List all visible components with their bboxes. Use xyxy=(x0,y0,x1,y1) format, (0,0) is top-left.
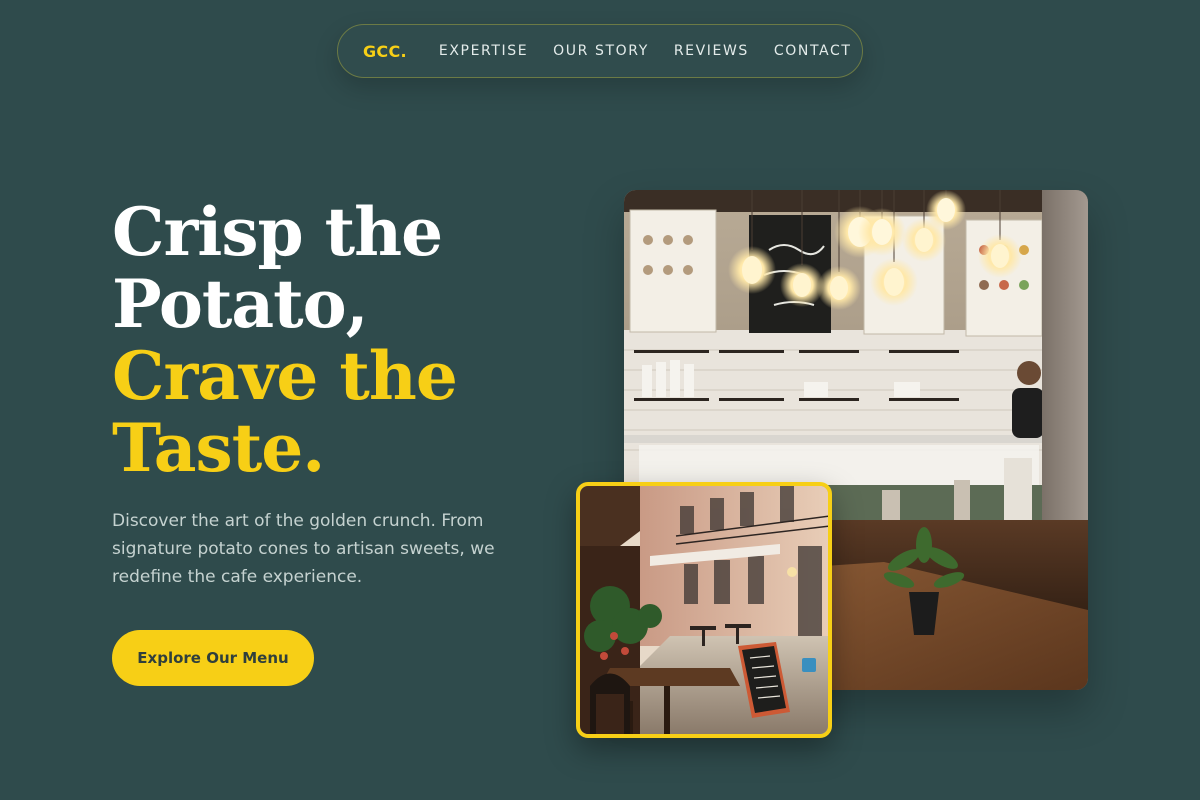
explore-menu-button[interactable]: Explore Our Menu xyxy=(112,630,314,686)
headline-line-1: Crisp the xyxy=(112,193,443,271)
hero-description: Discover the art of the golden crunch. F… xyxy=(112,511,495,587)
headline-line-2: Potato, xyxy=(112,265,369,343)
headline-line-4: Taste. xyxy=(112,409,325,487)
street-cafe-image xyxy=(576,482,832,738)
nav-link-expertise[interactable]: EXPERTISE xyxy=(439,43,528,59)
hero-headline: Crisp the Potato, Crave the Taste. xyxy=(112,193,458,487)
nav-link-our-story[interactable]: OUR STORY xyxy=(553,43,649,59)
nav-link-contact[interactable]: CONTACT xyxy=(774,43,852,59)
nav-link-reviews[interactable]: REVIEWS xyxy=(674,43,749,59)
headline-line-3: Crave the xyxy=(112,337,458,415)
logo[interactable]: GCC. xyxy=(363,42,407,61)
top-nav: GCC. EXPERTISE OUR STORY REVIEWS CONTACT xyxy=(337,24,863,78)
